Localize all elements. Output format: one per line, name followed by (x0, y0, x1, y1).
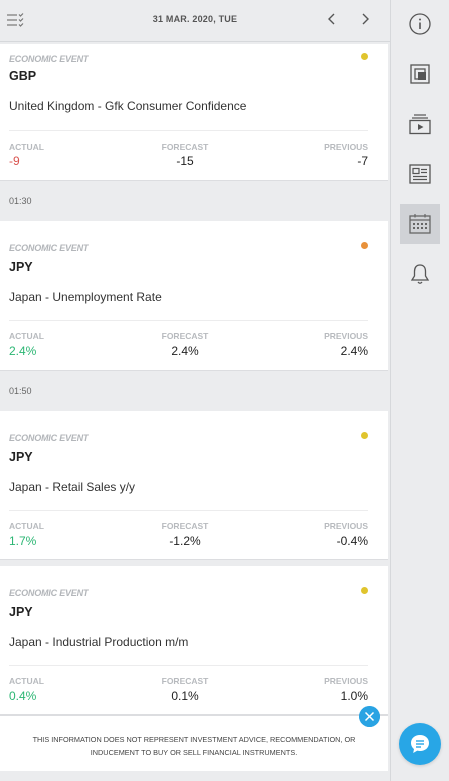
forecast-label: FORECAST (161, 142, 209, 152)
event-currency: JPY (9, 605, 33, 619)
calendar-icon (409, 214, 431, 234)
impact-dot (361, 53, 368, 60)
event-title: Japan - Unemployment Rate (9, 290, 162, 304)
forecast-value: -15 (176, 154, 194, 168)
time-label: 01:50 (9, 386, 32, 396)
divider (9, 665, 368, 666)
chat-button[interactable] (399, 723, 441, 765)
sidebar-item-calendar[interactable] (400, 204, 440, 244)
event-currency: GBP (9, 69, 37, 83)
previous-label: PREVIOUS (324, 676, 368, 686)
forecast-label: FORECAST (161, 331, 209, 341)
top-bar: 31 MAR. 2020, TUE (0, 0, 390, 42)
event-type-label: ECONOMIC EVENT (9, 243, 89, 253)
previous-value: 2.4% (340, 344, 368, 358)
actual-label: ACTUAL (9, 521, 44, 531)
event-title: Japan - Retail Sales y/y (9, 480, 136, 494)
impact-dot (361, 587, 368, 594)
previous-label: PREVIOUS (324, 521, 368, 531)
impact-dot (361, 432, 368, 439)
news-icon (409, 164, 431, 184)
video-icon (409, 114, 431, 135)
forecast-value: 0.1% (171, 689, 199, 703)
event-title: United Kingdom - Gfk Consumer Confidence (9, 99, 247, 113)
forecast-label: FORECAST (161, 676, 209, 686)
impact-dot (361, 242, 368, 249)
chat-bubble-icon (411, 735, 429, 753)
event-title: Japan - Industrial Production m/m (9, 635, 189, 649)
divider (9, 130, 368, 131)
sidebar-item-info[interactable] (400, 4, 440, 44)
forecast-value: 2.4% (171, 344, 199, 358)
disclaimer-banner: THIS INFORMATION DOES NOT REPRESENT INVE… (0, 715, 388, 771)
time-separator: 01:50 (0, 371, 388, 411)
divider (9, 510, 368, 511)
close-icon[interactable] (359, 706, 380, 727)
event-type-label: ECONOMIC EVENT (9, 433, 89, 443)
sidebar-item-news[interactable] (400, 154, 440, 194)
actual-value: 1.7% (9, 534, 37, 548)
event-card-gbp[interactable]: ECONOMIC EVENT GBP United Kingdom - Gfk … (0, 44, 388, 181)
time-label: 01:30 (9, 196, 32, 206)
event-card-jpy-unemployment[interactable]: ECONOMIC EVENT JPY Japan - Unemployment … (0, 221, 388, 371)
event-currency: JPY (9, 260, 33, 274)
actual-label: ACTUAL (9, 142, 44, 152)
actual-value: 2.4% (9, 344, 37, 358)
event-card-jpy-industrial-production[interactable]: ECONOMIC EVENT JPY Japan - Industrial Pr… (0, 566, 388, 715)
event-type-label: ECONOMIC EVENT (9, 54, 89, 64)
actual-label: ACTUAL (9, 676, 44, 686)
info-icon (409, 13, 431, 35)
sidebar-item-alerts[interactable] (400, 254, 440, 294)
sidebar-item-copy[interactable] (400, 54, 440, 94)
forecast-label: FORECAST (161, 521, 209, 531)
sidebar-item-video[interactable] (400, 104, 440, 144)
main-panel: 31 MAR. 2020, TUE ECONOMIC EVENT GBP Uni… (0, 0, 390, 781)
time-separator: 01:30 (0, 181, 388, 221)
right-sidebar (390, 0, 449, 781)
previous-value: -0.4% (336, 534, 368, 548)
actual-value: -9 (9, 154, 20, 168)
forecast-value: -1.2% (169, 534, 201, 548)
divider (9, 320, 368, 321)
previous-value: -7 (357, 154, 368, 168)
actual-value: 0.4% (9, 689, 37, 703)
previous-value: 1.0% (340, 689, 368, 703)
previous-label: PREVIOUS (324, 331, 368, 341)
chevron-right-icon[interactable] (358, 11, 372, 27)
event-currency: JPY (9, 450, 33, 464)
event-type-label: ECONOMIC EVENT (9, 588, 89, 598)
chevron-left-icon[interactable] (325, 11, 339, 27)
copy-icon (410, 64, 430, 84)
previous-label: PREVIOUS (324, 142, 368, 152)
event-card-jpy-retail-sales[interactable]: ECONOMIC EVENT JPY Japan - Retail Sales … (0, 411, 388, 560)
bell-icon (410, 264, 430, 284)
actual-label: ACTUAL (9, 331, 44, 341)
